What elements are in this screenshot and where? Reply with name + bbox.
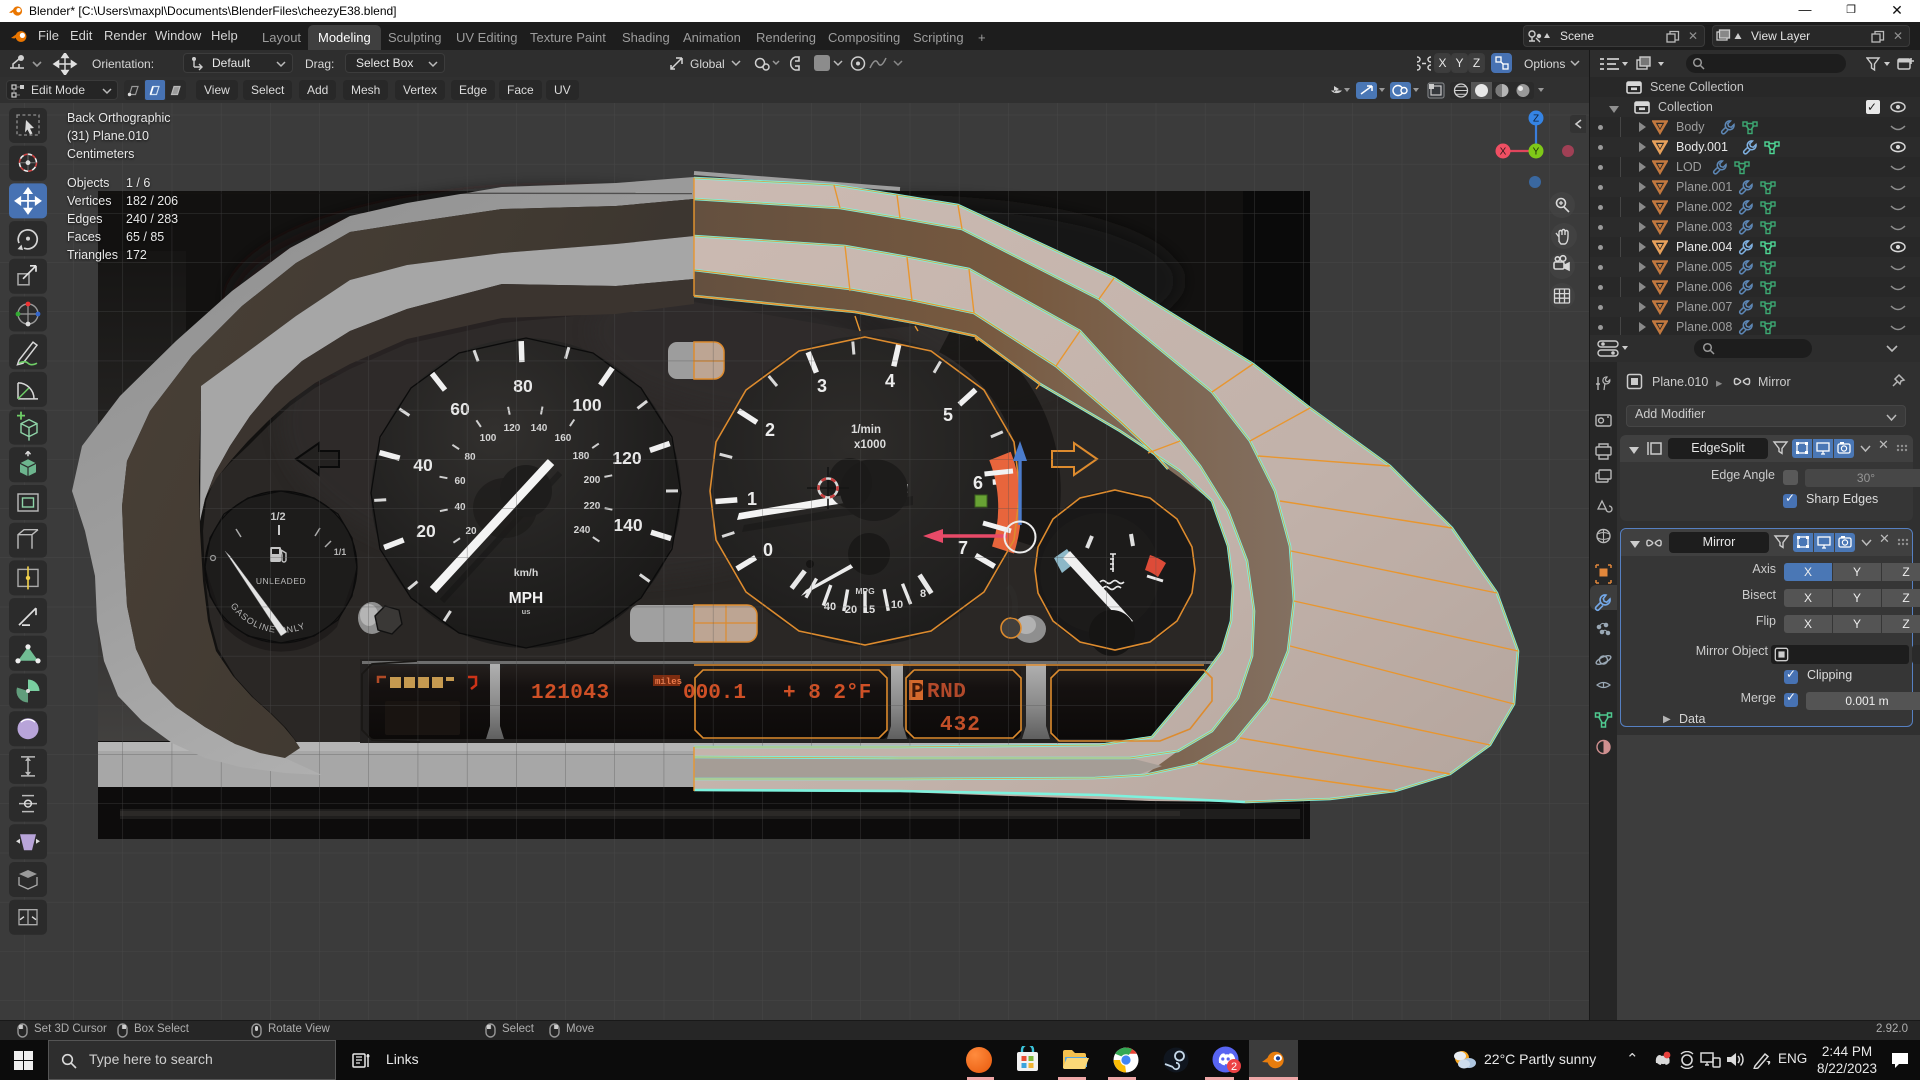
svg-text:X: X	[1500, 147, 1507, 158]
svg-text:Z: Z	[1533, 114, 1539, 125]
svg-text:Y: Y	[1533, 147, 1540, 158]
svg-text:2: 2	[1231, 1061, 1237, 1073]
